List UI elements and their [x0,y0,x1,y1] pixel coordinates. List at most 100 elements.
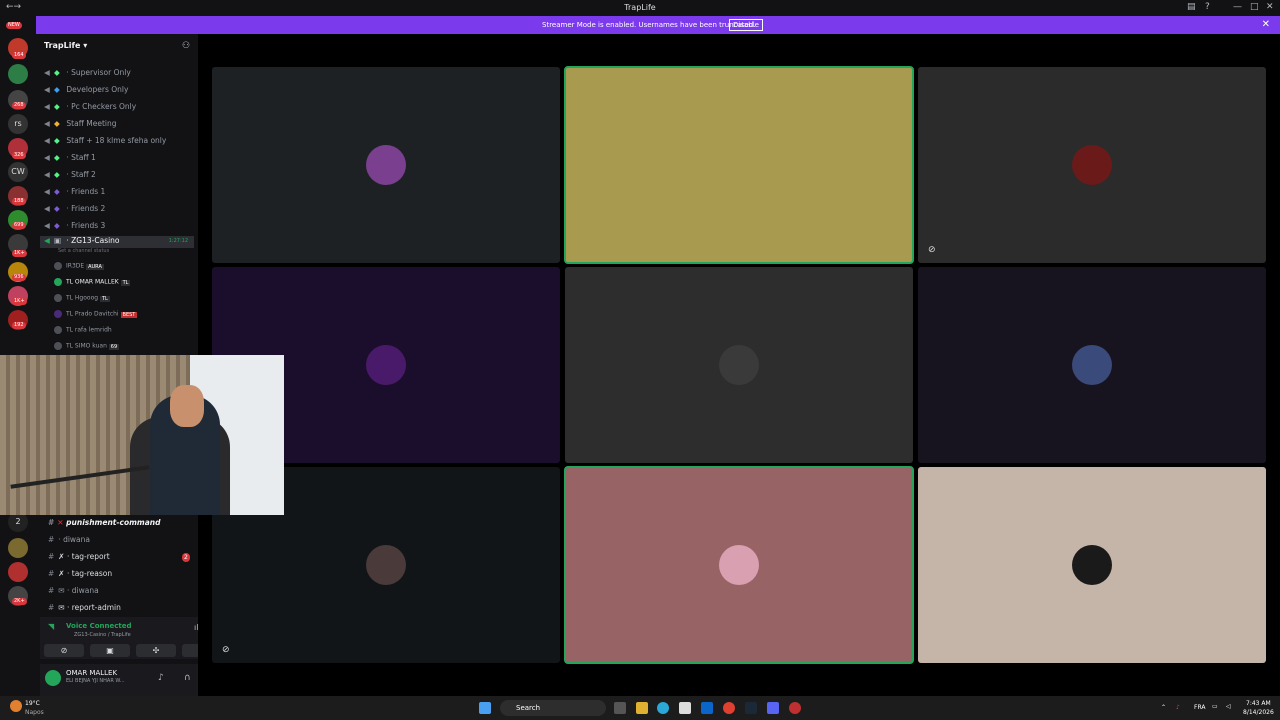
participant-tile[interactable] [212,67,560,263]
voice-member[interactable]: TL OMAR MALLEK TL [54,278,131,286]
store-icon[interactable] [679,702,691,714]
avatar [54,326,62,334]
voice-member[interactable]: TL SIMO kuan 69 [54,342,120,350]
text-channel[interactable]: # ✗ · tag-report [48,552,110,561]
avatar [54,262,62,270]
participant-tile[interactable]: ⊘ [918,67,1266,263]
chrome-icon[interactable] [723,702,735,714]
text-channel[interactable]: # ✕ punishment-command [48,518,161,527]
mic-icon[interactable]: ♪ [158,673,164,683]
screen-share-button[interactable]: ▣ [90,644,130,657]
mic-tray-icon[interactable]: ♪ [1176,704,1180,711]
voice-member[interactable]: IR3DE AURA [54,262,104,270]
weather-icon[interactable] [10,700,22,712]
banner-message: Streamer Mode is enabled. Usernames have… [542,21,756,29]
avatar[interactable] [45,670,61,686]
server-name-label: TrapLife [44,41,81,50]
camera-off-button[interactable]: ⊘ [44,644,84,657]
voice-channel[interactable]: ◀ ◆ Staff Meeting [44,119,116,128]
guild-icon[interactable]: CW [8,162,28,182]
volume-icon[interactable]: ◁ [1226,703,1231,710]
start-icon[interactable] [479,702,491,714]
hash-icon: # [48,569,55,578]
task-view-icon[interactable] [614,702,626,714]
voice-status[interactable]: Voice Connected [66,622,132,630]
file-explorer-icon[interactable] [636,702,648,714]
voice-location[interactable]: ZG13-Casino / TrapLife [74,632,131,638]
network-icon[interactable]: ▭ [1212,703,1218,710]
guild-icon[interactable] [8,538,28,558]
mention-badge: 2K+ [12,598,27,605]
outlook-icon[interactable] [701,702,713,714]
headphones-icon[interactable]: ∩ [184,673,191,683]
text-channel[interactable]: # ✉ · diwana [48,586,99,595]
participant-tile[interactable] [564,466,914,664]
participant-tile[interactable] [565,267,913,463]
voice-member[interactable]: TL Prado Davitchi BEST [54,310,138,318]
guild-icon[interactable] [8,64,28,84]
inbox-icon[interactable]: ▤ [1187,2,1196,12]
mention-badge: 1K+ [12,250,27,257]
hash-icon: # [48,518,54,527]
voice-member[interactable]: TL Hgooog TL [54,294,110,302]
clock-date[interactable]: 8/14/2026 [1243,709,1274,716]
language[interactable]: FRA [1194,704,1205,711]
text-channel[interactable]: # · diwana [48,535,90,544]
diamond-icon: ◆ [54,85,60,94]
search-box[interactable]: Search [500,700,606,716]
guild-icon[interactable]: 2 [8,512,28,532]
tray-chevron-icon[interactable]: ⌃ [1161,704,1166,711]
voice-channel[interactable]: ◀ ◆ · Supervisor Only [44,68,131,77]
speaker-icon: ◀ [44,236,50,245]
new-badge: NEW [6,22,22,29]
clock-time[interactable]: 7:43 AM [1246,700,1271,707]
voice-channel[interactable]: ◀ ◆ · Staff 2 [44,170,96,179]
steam-icon[interactable] [745,702,757,714]
shield-icon: ◆ [54,170,60,179]
mention-badge: 326 [12,152,26,159]
voice-channel[interactable]: ◀ ◆ · Staff 1 [44,153,96,162]
edge-icon[interactable] [657,702,669,714]
app-icon[interactable] [789,702,801,714]
voice-member[interactable]: TL rafa lemridh [54,326,112,334]
avatar [1072,145,1112,185]
call-timer: 1:27:12 [168,238,188,244]
participant-tile[interactable] [564,66,914,264]
text-channel[interactable]: # ✉ · report-admin [48,603,121,612]
participant-tile[interactable] [918,267,1266,463]
voice-channel[interactable]: ◀ ◆ · Pc Checkers Only [44,102,136,111]
close-window-icon[interactable]: ✕ [1266,2,1274,12]
webcam-overlay [0,355,284,515]
voice-channel[interactable]: ◀ ◆ · Friends 3 [44,221,105,230]
minimize-icon[interactable]: — [1233,2,1242,12]
bell-icon: ◆ [54,119,60,128]
search-label: Search [516,704,541,712]
participant-tile[interactable] [918,467,1266,663]
voice-channel[interactable]: ◀ ◆ · Friends 1 [44,187,105,196]
weather-temp[interactable]: 19°C [25,700,40,707]
active-voice-channel[interactable]: ◀ ▣ · ZG13-Casino 1:27:12 [40,236,194,248]
close-banner-icon[interactable]: ✕ [1262,19,1270,30]
voice-channel[interactable]: ◀ ◆ · Friends 2 [44,204,105,213]
muted-icon: ⊘ [222,645,230,655]
activities-button[interactable]: ✣ [136,644,176,657]
server-name[interactable]: TrapLife ▾ [44,41,87,50]
speaker-icon: ◀ [44,153,50,162]
channel-status[interactable]: Set a channel status [58,248,109,254]
mention-badge: 164 [12,52,26,59]
maximize-icon[interactable]: □ [1250,2,1259,12]
guild-icon[interactable] [8,562,28,582]
mention-badge: 1K+ [12,298,27,305]
guild-icon[interactable]: rs [8,114,28,134]
help-icon[interactable]: ? [1205,2,1210,12]
mention-badge: 268 [12,102,26,109]
user-name[interactable]: OMAR MALLEK [66,669,117,677]
voice-channel[interactable]: ◀ ◆ Staff + 18 klme sfeha only [44,136,166,145]
mention-badge: 192 [12,322,26,329]
discord-icon[interactable] [767,702,779,714]
add-member-icon[interactable]: ⚇ [182,41,190,51]
text-channel[interactable]: # ✗ · tag-reason [48,569,112,578]
streamer-head [170,385,204,427]
disable-button[interactable]: Disable [729,19,763,31]
voice-channel[interactable]: ◀ ◆ Developers Only [44,85,128,94]
